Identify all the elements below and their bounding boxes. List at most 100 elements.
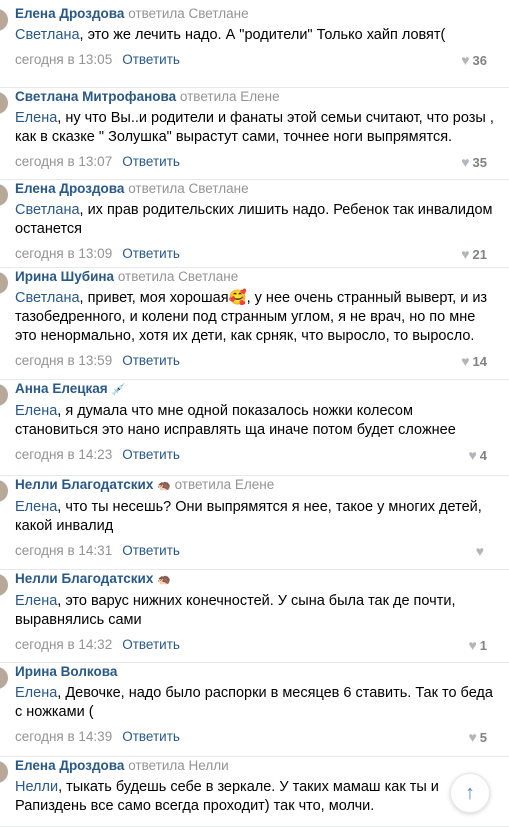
- like-button[interactable]: ♥ 21: [461, 244, 487, 265]
- like-count: 35: [472, 155, 487, 170]
- mention-link[interactable]: Светлана: [15, 27, 80, 43]
- avatar[interactable]: [0, 574, 8, 596]
- mention-link[interactable]: Елена: [15, 593, 57, 609]
- replied-to-label[interactable]: ответила Елене: [180, 89, 280, 104]
- mention-link[interactable]: Светлана: [15, 290, 80, 306]
- mention-link[interactable]: Светлана: [15, 202, 80, 218]
- comment-date[interactable]: сегодня в 13:05: [15, 52, 112, 67]
- author-status-emoji: 🦔: [157, 480, 171, 492]
- heart-icon: ♥: [468, 637, 477, 653]
- avatar[interactable]: [0, 667, 8, 689]
- comment-text-line: тазобедренного, и колени под странным уг…: [15, 308, 487, 327]
- reply-button[interactable]: Ответить: [122, 543, 180, 558]
- avatar[interactable]: [0, 480, 8, 502]
- avatar[interactable]: [0, 761, 8, 783]
- comment-text-body: , это же лечить надо. А "родители" Тольк…: [79, 27, 446, 43]
- replied-to-label[interactable]: ответила Светлане: [118, 269, 238, 284]
- comment-text-body: останется: [15, 221, 83, 237]
- heart-icon: ♥: [461, 246, 470, 262]
- author-name[interactable]: Елена Дроздова: [15, 181, 124, 196]
- comment-text: Нелли, тыкать будешь себе в зеркале. У т…: [15, 778, 487, 816]
- comment-item: Светлана Митрофанова ответила Елене Елена…: [0, 88, 509, 180]
- replied-to-label[interactable]: ответила Нелли: [128, 758, 228, 773]
- heart-icon: ♥: [461, 52, 470, 68]
- reply-button[interactable]: Ответить: [122, 353, 180, 368]
- comment-text: Елена, ну что Вы..и родители и фанаты эт…: [15, 109, 494, 147]
- comment-date[interactable]: сегодня в 13:09: [15, 246, 112, 261]
- comment-footer: сегодня в 14:23 Ответить ♥ 4: [15, 445, 487, 465]
- comment-text-line: Рапиздень все само всегда проходит) так …: [15, 797, 487, 816]
- author-name[interactable]: Нелли Благодатских: [15, 477, 153, 492]
- avatar[interactable]: [0, 9, 8, 31]
- author-name[interactable]: Елена Дроздова: [15, 6, 124, 21]
- mention-link[interactable]: Елена: [15, 110, 57, 126]
- comment-text-body: как в сказке " Золушка" вырастут сами, т…: [15, 129, 453, 145]
- avatar[interactable]: [0, 272, 8, 294]
- comment-item: Елена Дроздова ответила Светлане Светлана…: [0, 5, 509, 88]
- comment-date[interactable]: сегодня в 14:39: [15, 729, 112, 744]
- reply-button[interactable]: Ответить: [122, 246, 180, 261]
- scroll-to-top-button[interactable]: ↑: [450, 773, 490, 813]
- comment-item: Ирина Волкова Елена, Девочке, надо было р…: [0, 663, 509, 757]
- comment-text-line: останется: [15, 220, 487, 239]
- reply-button[interactable]: Ответить: [122, 447, 180, 462]
- reply-button[interactable]: Ответить: [122, 637, 180, 652]
- reply-button[interactable]: Ответить: [122, 154, 180, 169]
- comment-text-line: какой инвалид: [15, 517, 487, 536]
- avatar[interactable]: [0, 92, 8, 114]
- like-button[interactable]: ♥ 4: [468, 445, 487, 466]
- like-count: 14: [472, 354, 487, 369]
- heart-icon: ♥: [475, 543, 484, 559]
- replied-to-label[interactable]: ответила Светлане: [128, 6, 248, 21]
- comment-date[interactable]: сегодня в 13:59: [15, 353, 112, 368]
- comment-item: Елена Дроздова ответила Нелли Нелли, тыка…: [0, 757, 509, 827]
- comment-text-body: , это варус нижних конечностей. У сына б…: [57, 593, 456, 609]
- heart-icon: ♥: [468, 447, 477, 463]
- like-button[interactable]: ♥ 5: [468, 727, 487, 748]
- avatar[interactable]: [0, 184, 8, 206]
- mention-link[interactable]: Елена: [15, 403, 57, 419]
- comment-header: Светлана Митрофанова ответила Елене: [15, 88, 487, 106]
- comment-text-body: с ножками (: [15, 704, 94, 720]
- like-button[interactable]: ♥ 1: [468, 635, 487, 656]
- comment-text-line: Светлана, привет, моя хорошая🥰, у нее оч…: [15, 289, 487, 308]
- comment-item: Нелли Благодатских 🦔 Елена, это варус ниж…: [0, 570, 509, 663]
- like-button[interactable]: ♥ 35: [461, 152, 487, 173]
- comment-text-line: Елена, это варус нижних конечностей. У с…: [15, 592, 487, 611]
- comment-text-body: , их прав родительских лишить надо. Ребе…: [79, 202, 493, 218]
- mention-link[interactable]: Елена: [15, 499, 57, 515]
- comment-text-line: выравнялись сами: [15, 611, 487, 630]
- mention-link[interactable]: Нелли: [15, 779, 58, 795]
- avatar[interactable]: [0, 384, 8, 406]
- author-name[interactable]: Нелли Благодатских: [15, 571, 153, 586]
- comment-date[interactable]: сегодня в 14:32: [15, 637, 112, 652]
- like-count: 36: [472, 53, 487, 68]
- comment-footer: сегодня в 13:07 Ответить ♥ 35: [15, 152, 487, 172]
- comment-date[interactable]: сегодня в 14:23: [15, 447, 112, 462]
- reply-button[interactable]: Ответить: [122, 729, 180, 744]
- comment-footer: сегодня в 14:31 Ответить ♥: [15, 541, 487, 561]
- comment-header: Анна Елецкая 💉: [15, 380, 487, 399]
- author-status-emoji: 🦔: [157, 574, 171, 586]
- heart-icon: ♥: [461, 353, 470, 369]
- comment-item: Елена Дроздова ответила Светлане Светлана…: [0, 180, 509, 268]
- like-button[interactable]: ♥: [476, 541, 487, 562]
- comment-text-line: Нелли, тыкать будешь себе в зеркале. У т…: [15, 778, 487, 797]
- comment-header: Нелли Благодатских 🦔: [15, 570, 487, 589]
- like-count: 5: [479, 730, 487, 745]
- like-button[interactable]: ♥ 14: [461, 351, 487, 372]
- author-name[interactable]: Анна Елецкая: [15, 381, 108, 396]
- comment-date[interactable]: сегодня в 14:31: [15, 543, 112, 558]
- comment-date[interactable]: сегодня в 13:07: [15, 154, 112, 169]
- author-name[interactable]: Ирина Волкова: [15, 664, 117, 679]
- author-name[interactable]: Ирина Шубина: [15, 269, 114, 284]
- author-name[interactable]: Елена Дроздова: [15, 758, 124, 773]
- reply-button[interactable]: Ответить: [122, 52, 180, 67]
- like-count: 1: [479, 638, 487, 653]
- replied-to-label[interactable]: ответила Елене: [175, 477, 275, 492]
- replied-to-label[interactable]: ответила Светлане: [128, 181, 248, 196]
- like-button[interactable]: ♥ 36: [461, 50, 487, 71]
- mention-link[interactable]: Елена: [15, 685, 57, 701]
- author-name[interactable]: Светлана Митрофанова: [15, 89, 176, 104]
- comment-header: Нелли Благодатских 🦔 ответила Елене: [15, 476, 487, 495]
